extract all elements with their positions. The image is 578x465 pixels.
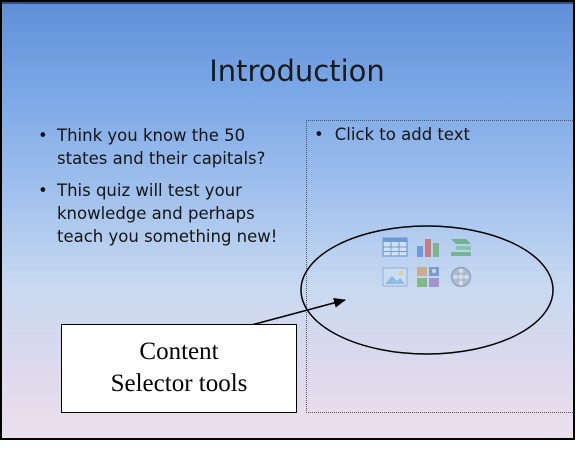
callout-box: Content Selector tools — [61, 324, 297, 413]
insert-clipart-icon[interactable] — [415, 266, 441, 288]
insert-media-icon[interactable] — [448, 266, 474, 288]
right-content-placeholder[interactable]: • Click to add text — [306, 120, 573, 413]
callout-line-2: Selector tools — [110, 370, 248, 397]
bullet-icon: • — [314, 125, 324, 144]
list-item: • This quiz will test your knowledge and… — [35, 179, 297, 248]
callout-line-1: Content — [139, 338, 219, 365]
list-item: • Think you know the 50 states and their… — [35, 124, 297, 170]
bullet-icon: • — [38, 181, 48, 200]
insert-smartart-icon[interactable] — [448, 236, 474, 258]
bullet-icon: • — [38, 126, 48, 145]
bullet-text: This quiz will test your knowledge and p… — [57, 181, 278, 246]
content-selector-tools — [382, 236, 482, 296]
insert-picture-icon[interactable] — [382, 266, 408, 288]
placeholder-label: Click to add text — [334, 125, 470, 144]
screenshot-canvas: Introduction • Think you know the 50 sta… — [0, 0, 578, 465]
bullet-text: Think you know the 50 states and their c… — [57, 126, 266, 168]
slide-title[interactable]: Introduction — [2, 54, 573, 88]
insert-chart-icon[interactable] — [415, 236, 441, 258]
placeholder-prompt[interactable]: • Click to add text — [314, 125, 470, 144]
left-content-placeholder[interactable]: • Think you know the 50 states and their… — [35, 124, 297, 257]
insert-table-icon[interactable] — [382, 236, 408, 258]
